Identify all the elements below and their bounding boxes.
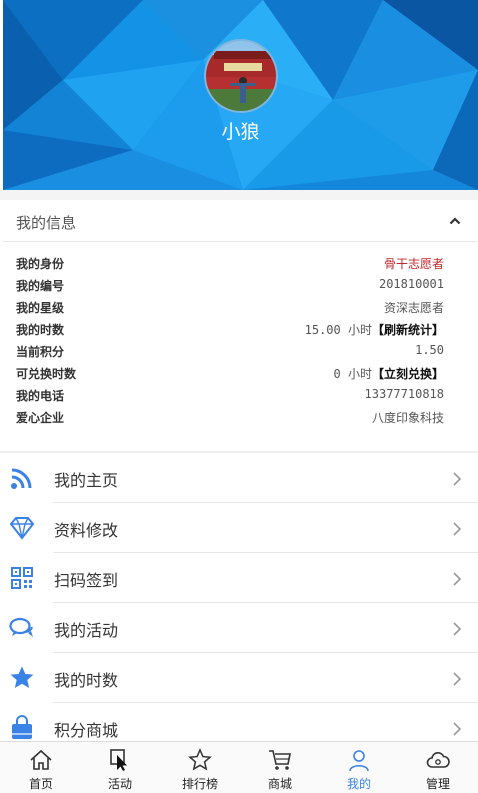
info-value: 八度印象科技 xyxy=(371,411,444,425)
tab-activities[interactable]: 活动 xyxy=(80,742,160,793)
chevron-right-icon xyxy=(453,572,462,586)
info-label: 当前积分 xyxy=(16,345,65,359)
menu-item-homepage[interactable]: 我的主页 xyxy=(0,453,478,503)
menu-list: 我的主页 资料修改 扫码签到 我的活动 我的时数 积分商城 xyxy=(0,453,478,753)
menu-item-label: 扫码签到 xyxy=(54,571,119,590)
info-label: 我的电话 xyxy=(16,389,65,403)
info-value: 15.00 小时 xyxy=(304,323,372,337)
info-value: 1.50 xyxy=(415,343,444,357)
menu-item-label: 我的主页 xyxy=(54,471,119,490)
qrcode-icon xyxy=(11,567,33,589)
diamond-icon xyxy=(9,517,35,540)
chevron-right-icon xyxy=(453,522,462,536)
info-row-phone: 我的电话 13377710818 xyxy=(3,384,477,406)
section-gap xyxy=(0,190,478,200)
info-label: 爱心企业 xyxy=(16,411,65,425)
person-icon xyxy=(349,750,369,772)
tab-leaderboard[interactable]: 排行榜 xyxy=(160,742,240,793)
avatar[interactable] xyxy=(204,39,278,113)
info-label: 我的编号 xyxy=(16,279,65,293)
cart-icon xyxy=(269,750,291,770)
rss-icon xyxy=(11,468,32,489)
menu-item-edit-profile[interactable]: 资料修改 xyxy=(0,503,478,553)
info-value-group: 15.00 小时【刷新统计】 xyxy=(305,321,444,338)
info-value: 0 小时 xyxy=(333,367,372,381)
tab-mall[interactable]: 商城 xyxy=(240,742,320,793)
chevron-up-icon[interactable] xyxy=(449,215,461,227)
profile-banner: 小狼 xyxy=(3,0,478,190)
info-value: 骨干志愿者 xyxy=(383,257,444,271)
info-row-redeemable-hours: 可兑换时数 0 小时【立刻兑换】 xyxy=(3,362,477,384)
bottom-tab-bar: 首页 活动 排行榜 商城 我的 管理 xyxy=(0,741,478,793)
info-label: 我的星级 xyxy=(16,301,65,315)
shopping-bag-icon xyxy=(12,715,32,739)
info-section-title: 我的信息 xyxy=(16,214,77,232)
chevron-right-icon xyxy=(453,722,462,736)
info-label: 我的身份 xyxy=(16,257,65,271)
chat-bubbles-icon xyxy=(9,617,33,637)
refresh-stats-button[interactable]: 【刷新统计】 xyxy=(372,323,444,337)
info-value-group: 0 小时【立刻兑换】 xyxy=(334,365,444,382)
info-value: 资深志愿者 xyxy=(383,301,444,315)
menu-item-my-activities[interactable]: 我的活动 xyxy=(0,603,478,653)
tab-mine[interactable]: 我的 xyxy=(319,742,399,793)
star-outline-icon xyxy=(188,748,212,771)
menu-item-label: 我的时数 xyxy=(54,671,119,690)
menu-item-scan-checkin[interactable]: 扫码签到 xyxy=(0,553,478,603)
info-label: 我的时数 xyxy=(16,323,65,337)
info-section-header[interactable]: 我的信息 xyxy=(3,201,477,242)
tab-label: 管理 xyxy=(425,777,450,791)
info-row-points: 当前积分 1.50 xyxy=(3,340,477,362)
info-value: 201810001 xyxy=(378,277,444,291)
info-label: 可兑换时数 xyxy=(16,367,77,381)
menu-item-label: 资料修改 xyxy=(54,521,119,540)
tab-label: 我的 xyxy=(346,777,371,791)
tab-label: 活动 xyxy=(107,777,132,791)
chevron-right-icon xyxy=(453,472,462,486)
profile-page: 小狼 我的信息 我的身份 骨干志愿者 我的编号 201810001 我的星级 资… xyxy=(0,0,478,793)
tab-home[interactable]: 首页 xyxy=(1,742,81,793)
star-icon xyxy=(10,666,34,688)
redeem-now-button[interactable]: 【立刻兑换】 xyxy=(372,367,444,381)
menu-item-my-hours[interactable]: 我的时数 xyxy=(0,653,478,703)
home-icon xyxy=(30,749,52,770)
menu-item-label: 我的活动 xyxy=(54,621,119,640)
info-row-company: 爱心企业 八度印象科技 xyxy=(3,406,477,428)
menu-item-label: 积分商城 xyxy=(54,721,119,740)
cloud-icon xyxy=(426,752,450,768)
info-row-identity: 我的身份 骨干志愿者 xyxy=(3,252,477,274)
tab-label: 首页 xyxy=(28,777,53,791)
tab-label: 排行榜 xyxy=(181,777,218,791)
info-row-hours: 我的时数 15.00 小时【刷新统计】 xyxy=(3,318,477,340)
info-value: 13377710818 xyxy=(364,387,444,401)
username: 小狼 xyxy=(221,121,260,143)
chevron-right-icon xyxy=(453,622,462,636)
pointer-icon xyxy=(110,749,127,771)
chevron-right-icon xyxy=(453,672,462,686)
info-row-star-level: 我的星级 资深志愿者 xyxy=(3,296,477,318)
info-row-number: 我的编号 201810001 xyxy=(3,274,477,296)
info-list: 我的身份 骨干志愿者 我的编号 201810001 我的星级 资深志愿者 我的时… xyxy=(3,252,477,428)
tab-manage[interactable]: 管理 xyxy=(398,742,478,793)
tab-label: 商城 xyxy=(267,777,292,791)
